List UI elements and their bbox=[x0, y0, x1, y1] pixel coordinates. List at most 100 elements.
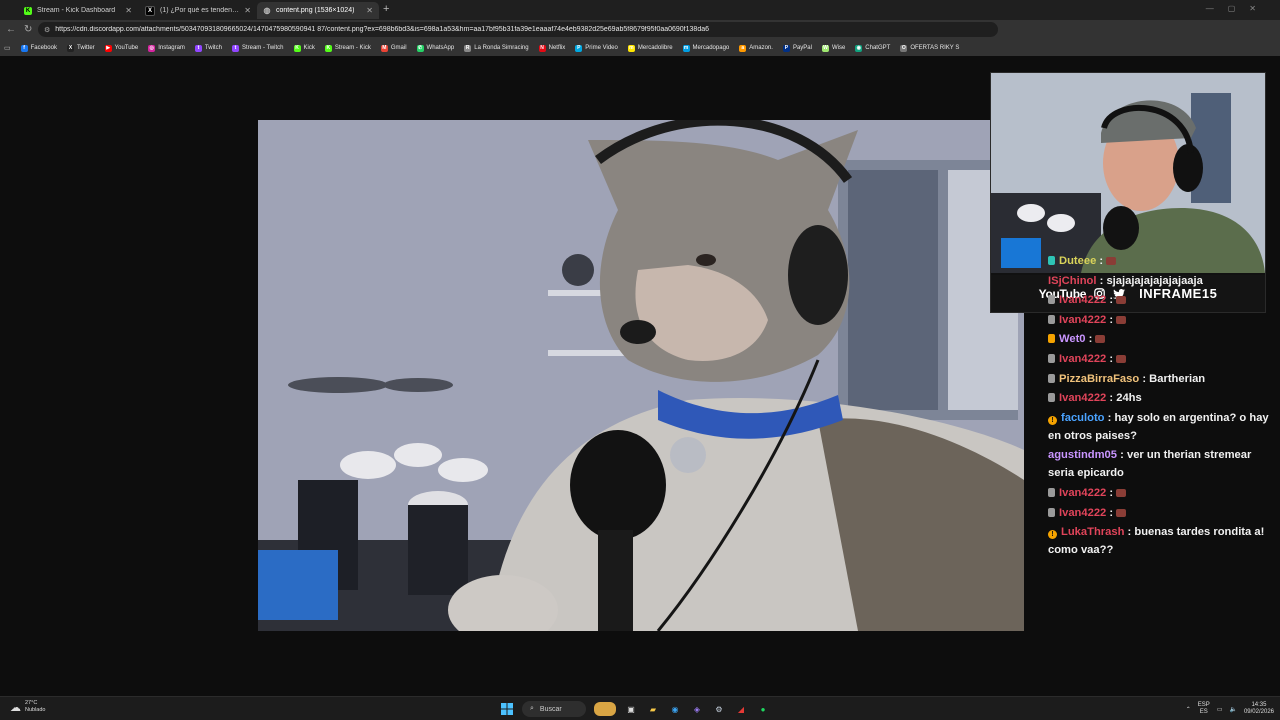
bookmark-twitch[interactable]: t Twitch bbox=[194, 44, 222, 52]
bookmark-stream-twitch[interactable]: t Stream - Twitch bbox=[231, 44, 284, 52]
chat-separator: : bbox=[1085, 333, 1096, 346]
chat-username[interactable]: PizzaBirraFaso bbox=[1059, 373, 1139, 385]
system-tray: ⌃ ESP ES ▭ 🔈 14:35 09/02/2026 bbox=[1186, 700, 1274, 718]
chat-message: ISjChinol : sjajajajajajajajaaja bbox=[1048, 272, 1270, 290]
bookmark-prime-video[interactable]: P Prime Video bbox=[575, 44, 618, 52]
bookmark-facebook[interactable]: f Facebook bbox=[20, 44, 57, 52]
chat-username[interactable]: Duteee bbox=[1059, 255, 1096, 267]
bookmark-stream-kick[interactable]: K Stream - Kick bbox=[324, 44, 371, 52]
bookmark-mercadolibre[interactable]: m Mercadolibre bbox=[627, 44, 673, 52]
bookmark-whatsapp[interactable]: ✆ WhatsApp bbox=[416, 44, 454, 52]
chat-username[interactable]: Ivan4222 bbox=[1059, 314, 1106, 326]
language-code: ESP bbox=[1197, 702, 1210, 708]
bookmark-gmail[interactable]: M Gmail bbox=[380, 44, 407, 52]
weather-temperature: 27°C bbox=[25, 700, 38, 706]
discord-icon[interactable]: ◈ bbox=[690, 702, 704, 716]
chat-separator: : bbox=[1124, 526, 1135, 539]
bookmark-favicon-icon: ✆ bbox=[416, 44, 424, 52]
chat-username[interactable]: faculoto bbox=[1061, 412, 1105, 424]
tab-label: content.png (1536×1024) bbox=[276, 7, 355, 14]
user-badge-icon bbox=[1048, 373, 1055, 383]
bookmarks-bar: ▭ f Facebook X Twitter ▶ YouTube ◎ Instagram t Tw… bbox=[0, 40, 1280, 56]
close-tab-icon[interactable]: ✕ bbox=[366, 6, 373, 15]
bookmark-apps[interactable]: ▭ bbox=[4, 44, 11, 52]
weather-widget[interactable]: ☁ 27°C Nublado bbox=[10, 700, 46, 714]
bookmark-ofertas-riky-s[interactable]: O OFERTAS RIKY S bbox=[900, 44, 960, 52]
bookmark-twitter[interactable]: X Twitter bbox=[66, 44, 95, 52]
bookmark-mercadopago[interactable]: m Mercadopago bbox=[682, 44, 729, 52]
cloud-icon: ☁ bbox=[10, 701, 21, 714]
chat-username[interactable]: ISjChinol bbox=[1048, 275, 1096, 287]
reload-icon[interactable]: ↻ bbox=[24, 24, 32, 35]
maximize-icon[interactable]: ▢ bbox=[1228, 4, 1236, 13]
tab-label: Stream - Kick Dashboard bbox=[37, 7, 116, 14]
user-badge-icon bbox=[1048, 487, 1055, 497]
chat-separator: : bbox=[1106, 352, 1117, 365]
new-tab-button[interactable]: + bbox=[383, 3, 389, 15]
chat-separator: : bbox=[1096, 255, 1107, 267]
bookmark-instagram[interactable]: ◎ Instagram bbox=[148, 44, 185, 52]
bookmark-paypal[interactable]: P PayPal bbox=[782, 44, 812, 52]
bookmark-favicon-icon: R bbox=[464, 44, 472, 52]
bookmark-label: Wise bbox=[831, 45, 846, 51]
chat-username[interactable]: Ivan4222 bbox=[1059, 507, 1106, 519]
wolf-fursuit-photo bbox=[258, 120, 1024, 631]
bookmark-label: PayPal bbox=[792, 45, 812, 51]
bookmark-amazon[interactable]: a Amazon. bbox=[739, 44, 773, 52]
chat-username[interactable]: Ivan4222 bbox=[1059, 353, 1106, 365]
bookmark-favicon-icon: N bbox=[538, 44, 546, 52]
chat-separator: : bbox=[1117, 449, 1127, 462]
emote-icon bbox=[1116, 488, 1127, 497]
bookmark-favicon-icon: P bbox=[575, 44, 583, 52]
tab-kick-dashboard[interactable]: K Stream - Kick Dashboard ✕ bbox=[18, 2, 138, 19]
language-indicator[interactable]: ESP ES bbox=[1198, 702, 1210, 716]
user-badge-icon bbox=[1048, 353, 1055, 363]
chat-username[interactable]: Ivan4222 bbox=[1059, 392, 1106, 404]
bookmark-label: Prime Video bbox=[585, 45, 618, 51]
tab-twitter-trending[interactable]: X (1) ¿Por qué es tendencia? (@pon ✕ bbox=[139, 2, 257, 19]
bookmark-la-ronda-simracing[interactable]: R La Ronda Simracing bbox=[464, 44, 529, 52]
app-icon-red[interactable]: ◢ bbox=[734, 702, 748, 716]
chat-username[interactable]: Wet0 bbox=[1059, 333, 1086, 345]
browser-tab-strip: K Stream - Kick Dashboard ✕ X (1) ¿Por q… bbox=[0, 0, 1280, 20]
close-tab-icon[interactable]: ✕ bbox=[244, 6, 251, 15]
chat-message: Wet0 : bbox=[1048, 330, 1270, 348]
search-highlight-icon[interactable] bbox=[594, 702, 616, 716]
task-view-icon[interactable]: ▣ bbox=[624, 702, 638, 716]
speaker-icon[interactable]: 🔈 bbox=[1229, 706, 1236, 713]
bookmark-wise[interactable]: W Wise bbox=[821, 44, 846, 52]
bookmark-netflix[interactable]: N Netflix bbox=[538, 44, 565, 52]
chat-username[interactable]: Ivan4222 bbox=[1059, 294, 1106, 306]
bookmark-label: Twitter bbox=[76, 45, 95, 51]
close-window-icon[interactable]: ✕ bbox=[1249, 4, 1256, 13]
chat-text: 24hs bbox=[1116, 392, 1142, 405]
chat-username[interactable]: LukaThrash bbox=[1061, 526, 1124, 538]
globe-icon: ◍ bbox=[263, 6, 271, 15]
bookmark-label: OFERTAS RIKY S bbox=[910, 45, 960, 51]
tab-content-png[interactable]: ◍ content.png (1536×1024) ✕ bbox=[257, 2, 379, 19]
bookmark-youtube[interactable]: ▶ YouTube bbox=[104, 44, 138, 52]
chat-username[interactable]: agustindm05 bbox=[1048, 449, 1117, 461]
minimize-icon[interactable]: — bbox=[1206, 4, 1214, 13]
chat-message: Ivan4222 : bbox=[1048, 350, 1270, 368]
spotify-icon[interactable]: ● bbox=[756, 702, 770, 716]
windows-start-icon[interactable] bbox=[500, 702, 514, 716]
back-icon[interactable]: ← bbox=[6, 24, 16, 35]
taskbar-search[interactable]: ⌕ Buscar bbox=[522, 701, 586, 717]
bookmark-chatgpt[interactable]: ◉ ChatGPT bbox=[855, 44, 890, 52]
chat-username[interactable]: Ivan4222 bbox=[1059, 487, 1106, 499]
emote-icon bbox=[1116, 354, 1127, 363]
chat-message: Ivan4222 : bbox=[1048, 504, 1270, 522]
chat-text: Bartherian bbox=[1149, 372, 1206, 385]
url-bar[interactable]: ⚙ https://cdn.discordapp.com/attachments… bbox=[38, 22, 998, 37]
file-explorer-icon[interactable]: ▰ bbox=[646, 702, 660, 716]
steam-icon[interactable]: ⚙ bbox=[712, 702, 726, 716]
clock[interactable]: 14:35 09/02/2026 bbox=[1244, 702, 1274, 716]
edge-browser-icon[interactable]: ◉ bbox=[668, 702, 682, 716]
close-tab-icon[interactable]: ✕ bbox=[125, 6, 132, 15]
chevron-up-icon[interactable]: ⌃ bbox=[1186, 706, 1191, 713]
site-info-icon[interactable]: ⚙ bbox=[44, 26, 50, 34]
network-icon[interactable]: ▭ bbox=[1217, 706, 1223, 713]
bookmark-favicon-icon: X bbox=[66, 44, 74, 52]
bookmark-kick[interactable]: K Kick bbox=[293, 44, 315, 52]
